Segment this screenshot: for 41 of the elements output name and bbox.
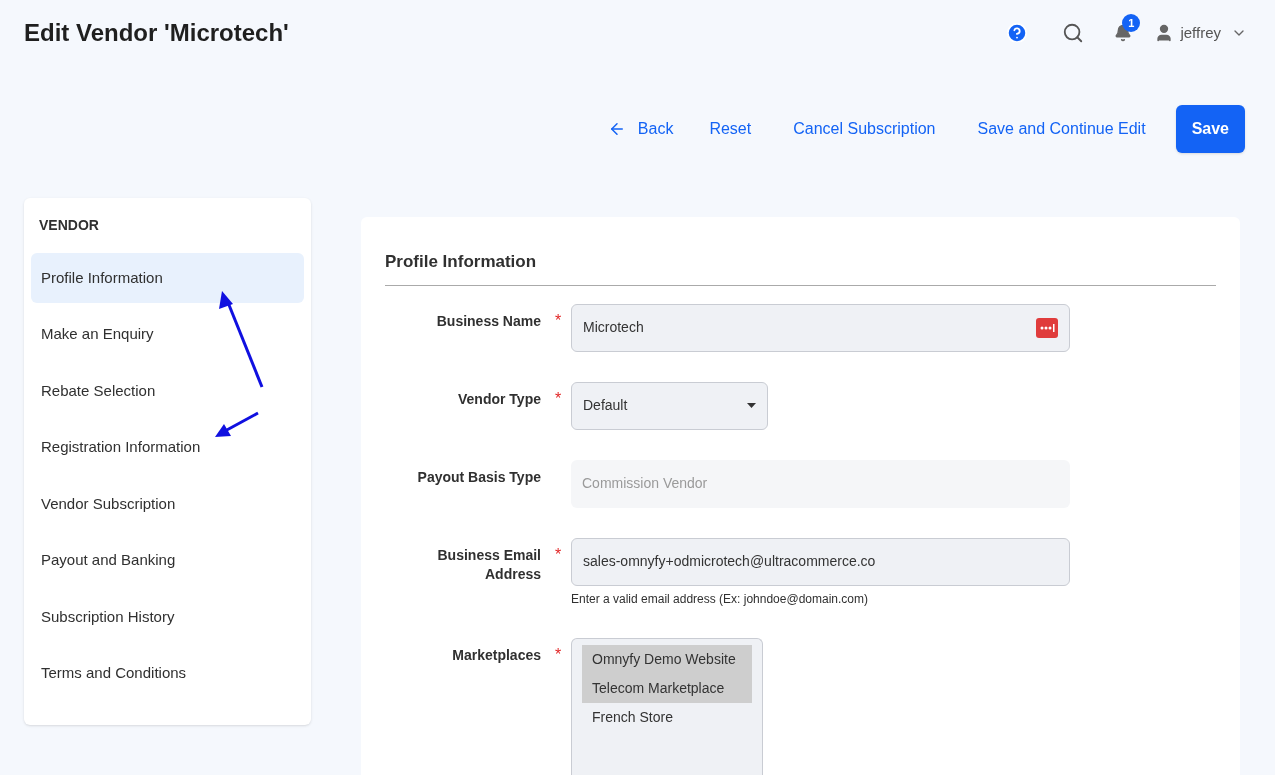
multiselect-list[interactable]: Omnyfy Demo Website Telecom Marketplace French Store [571, 637, 763, 775]
required-mark: * [554, 546, 562, 563]
required-mark: * [554, 390, 562, 407]
text-field[interactable]: sales-omnyfy+odmicrotech@ultracommerce.co [571, 537, 1070, 586]
required-mark: * [554, 312, 562, 329]
action-link[interactable]: Cancel Subscription [775, 105, 954, 153]
annotation-arrow [215, 411, 259, 437]
save-button[interactable]: Save [1175, 105, 1245, 153]
required-mark: * [554, 646, 562, 663]
sidebar-item[interactable]: Payout and Banking [31, 535, 304, 586]
sidebar-item[interactable]: Profile Information [31, 253, 304, 303]
sidebar-item[interactable]: Registration Information [31, 422, 304, 473]
disabled-field: Commission Vendor [571, 459, 1070, 508]
list-option[interactable]: Telecom Marketplace [582, 673, 752, 703]
help-icon[interactable] [1006, 22, 1029, 44]
select-field[interactable]: Default [571, 381, 768, 430]
sidebar-item[interactable]: Vendor Subscription [31, 479, 304, 529]
user-menu[interactable]: jeffrey [1180, 21, 1247, 45]
action-link[interactable]: Save and Continue Edit [959, 105, 1164, 153]
field-label: Business Name [435, 311, 541, 331]
text-field[interactable]: Microtech [571, 303, 1070, 352]
sidebar-item[interactable]: Make an Enquiry [31, 309, 304, 360]
sidebar-item[interactable]: Terms and Conditions [31, 648, 304, 699]
field-label: Marketplaces [451, 645, 541, 665]
sidebar-item[interactable]: Subscription History [31, 592, 304, 642]
list-option[interactable]: Omnyfy Demo Website [582, 644, 752, 674]
password-manager-icon[interactable] [1036, 317, 1058, 338]
section-title: Profile Information [385, 249, 1216, 286]
sidebar-heading: VENDOR [38, 216, 100, 235]
dropdown-caret-icon [747, 403, 756, 408]
search-icon[interactable] [1062, 22, 1085, 44]
list-option[interactable]: French Store [582, 702, 752, 732]
field-label: Vendor Type [457, 389, 541, 409]
field-hint: Enter a valid email address (Ex: johndoe@domain.com) [571, 590, 869, 608]
notification-badge: 1 [1122, 14, 1141, 32]
field-label: Business Email Address [436, 545, 541, 584]
field-label: Payout Basis Type [416, 467, 541, 487]
sidebar-item[interactable]: Rebate Selection [31, 366, 304, 416]
page-title: Edit Vendor 'Microtech' [24, 18, 289, 48]
back-button[interactable]: Back [595, 105, 686, 153]
action-link[interactable]: Reset [691, 105, 770, 153]
